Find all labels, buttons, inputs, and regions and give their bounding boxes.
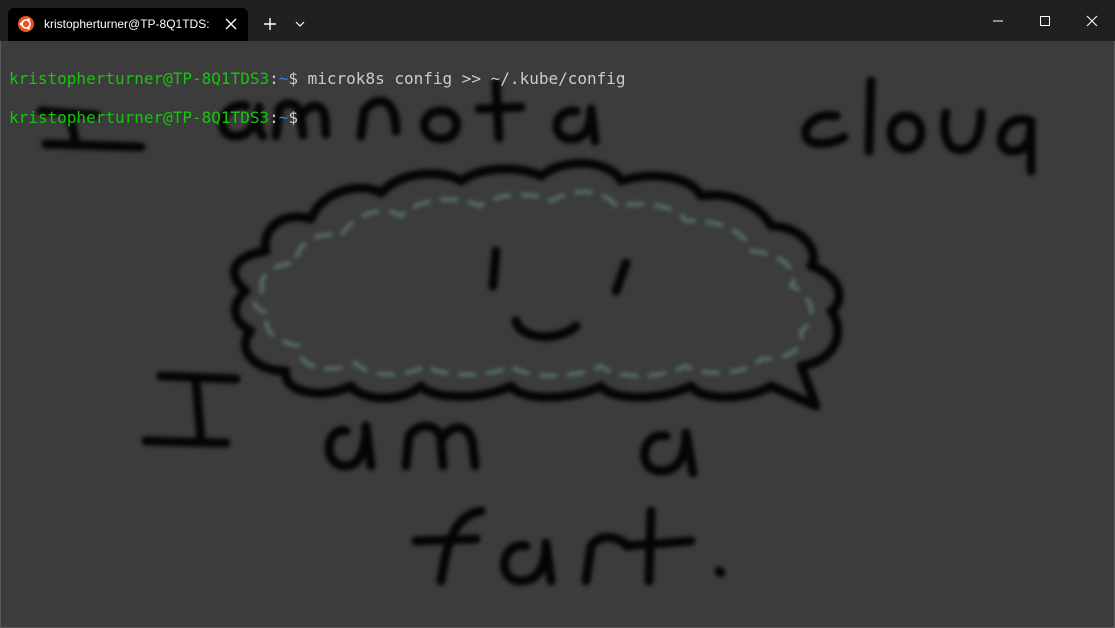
close-icon[interactable] xyxy=(1069,0,1115,41)
prompt-path: ~ xyxy=(278,68,289,88)
prompt-symbol: $ xyxy=(288,107,308,127)
prompt-separator: : xyxy=(269,107,279,127)
terminal-pane[interactable]: kristopherturner@TP-8Q1TDS3:~$ microk8s … xyxy=(0,41,1115,628)
chevron-down-icon[interactable] xyxy=(290,12,310,36)
terminal-line: kristopherturner@TP-8Q1TDS3:~$ microk8s … xyxy=(9,69,626,89)
prompt-user: kristopherturner@TP-8Q1TDS3 xyxy=(9,107,270,127)
ubuntu-icon xyxy=(18,16,34,32)
command-text: microk8s config >> ~/.kube/config xyxy=(307,68,626,88)
terminal-output: kristopherturner@TP-8Q1TDS3:~$ microk8s … xyxy=(9,49,626,166)
minimize-icon[interactable] xyxy=(975,0,1021,41)
prompt-user: kristopherturner@TP-8Q1TDS3 xyxy=(9,68,270,88)
prompt-separator: : xyxy=(269,68,279,88)
plus-icon[interactable] xyxy=(258,12,282,36)
close-icon[interactable] xyxy=(221,14,241,34)
tab-title: kristopherturner@TP-8Q1TDS: xyxy=(44,17,210,31)
tab-ubuntu-shell[interactable]: kristopherturner@TP-8Q1TDS: xyxy=(8,8,248,41)
title-bar: kristopherturner@TP-8Q1TDS: xyxy=(0,0,1115,41)
prompt-path: ~ xyxy=(278,107,289,127)
maximize-icon[interactable] xyxy=(1022,0,1068,41)
terminal-line: kristopherturner@TP-8Q1TDS3:~$ xyxy=(9,108,626,128)
prompt-symbol: $ xyxy=(288,68,308,88)
